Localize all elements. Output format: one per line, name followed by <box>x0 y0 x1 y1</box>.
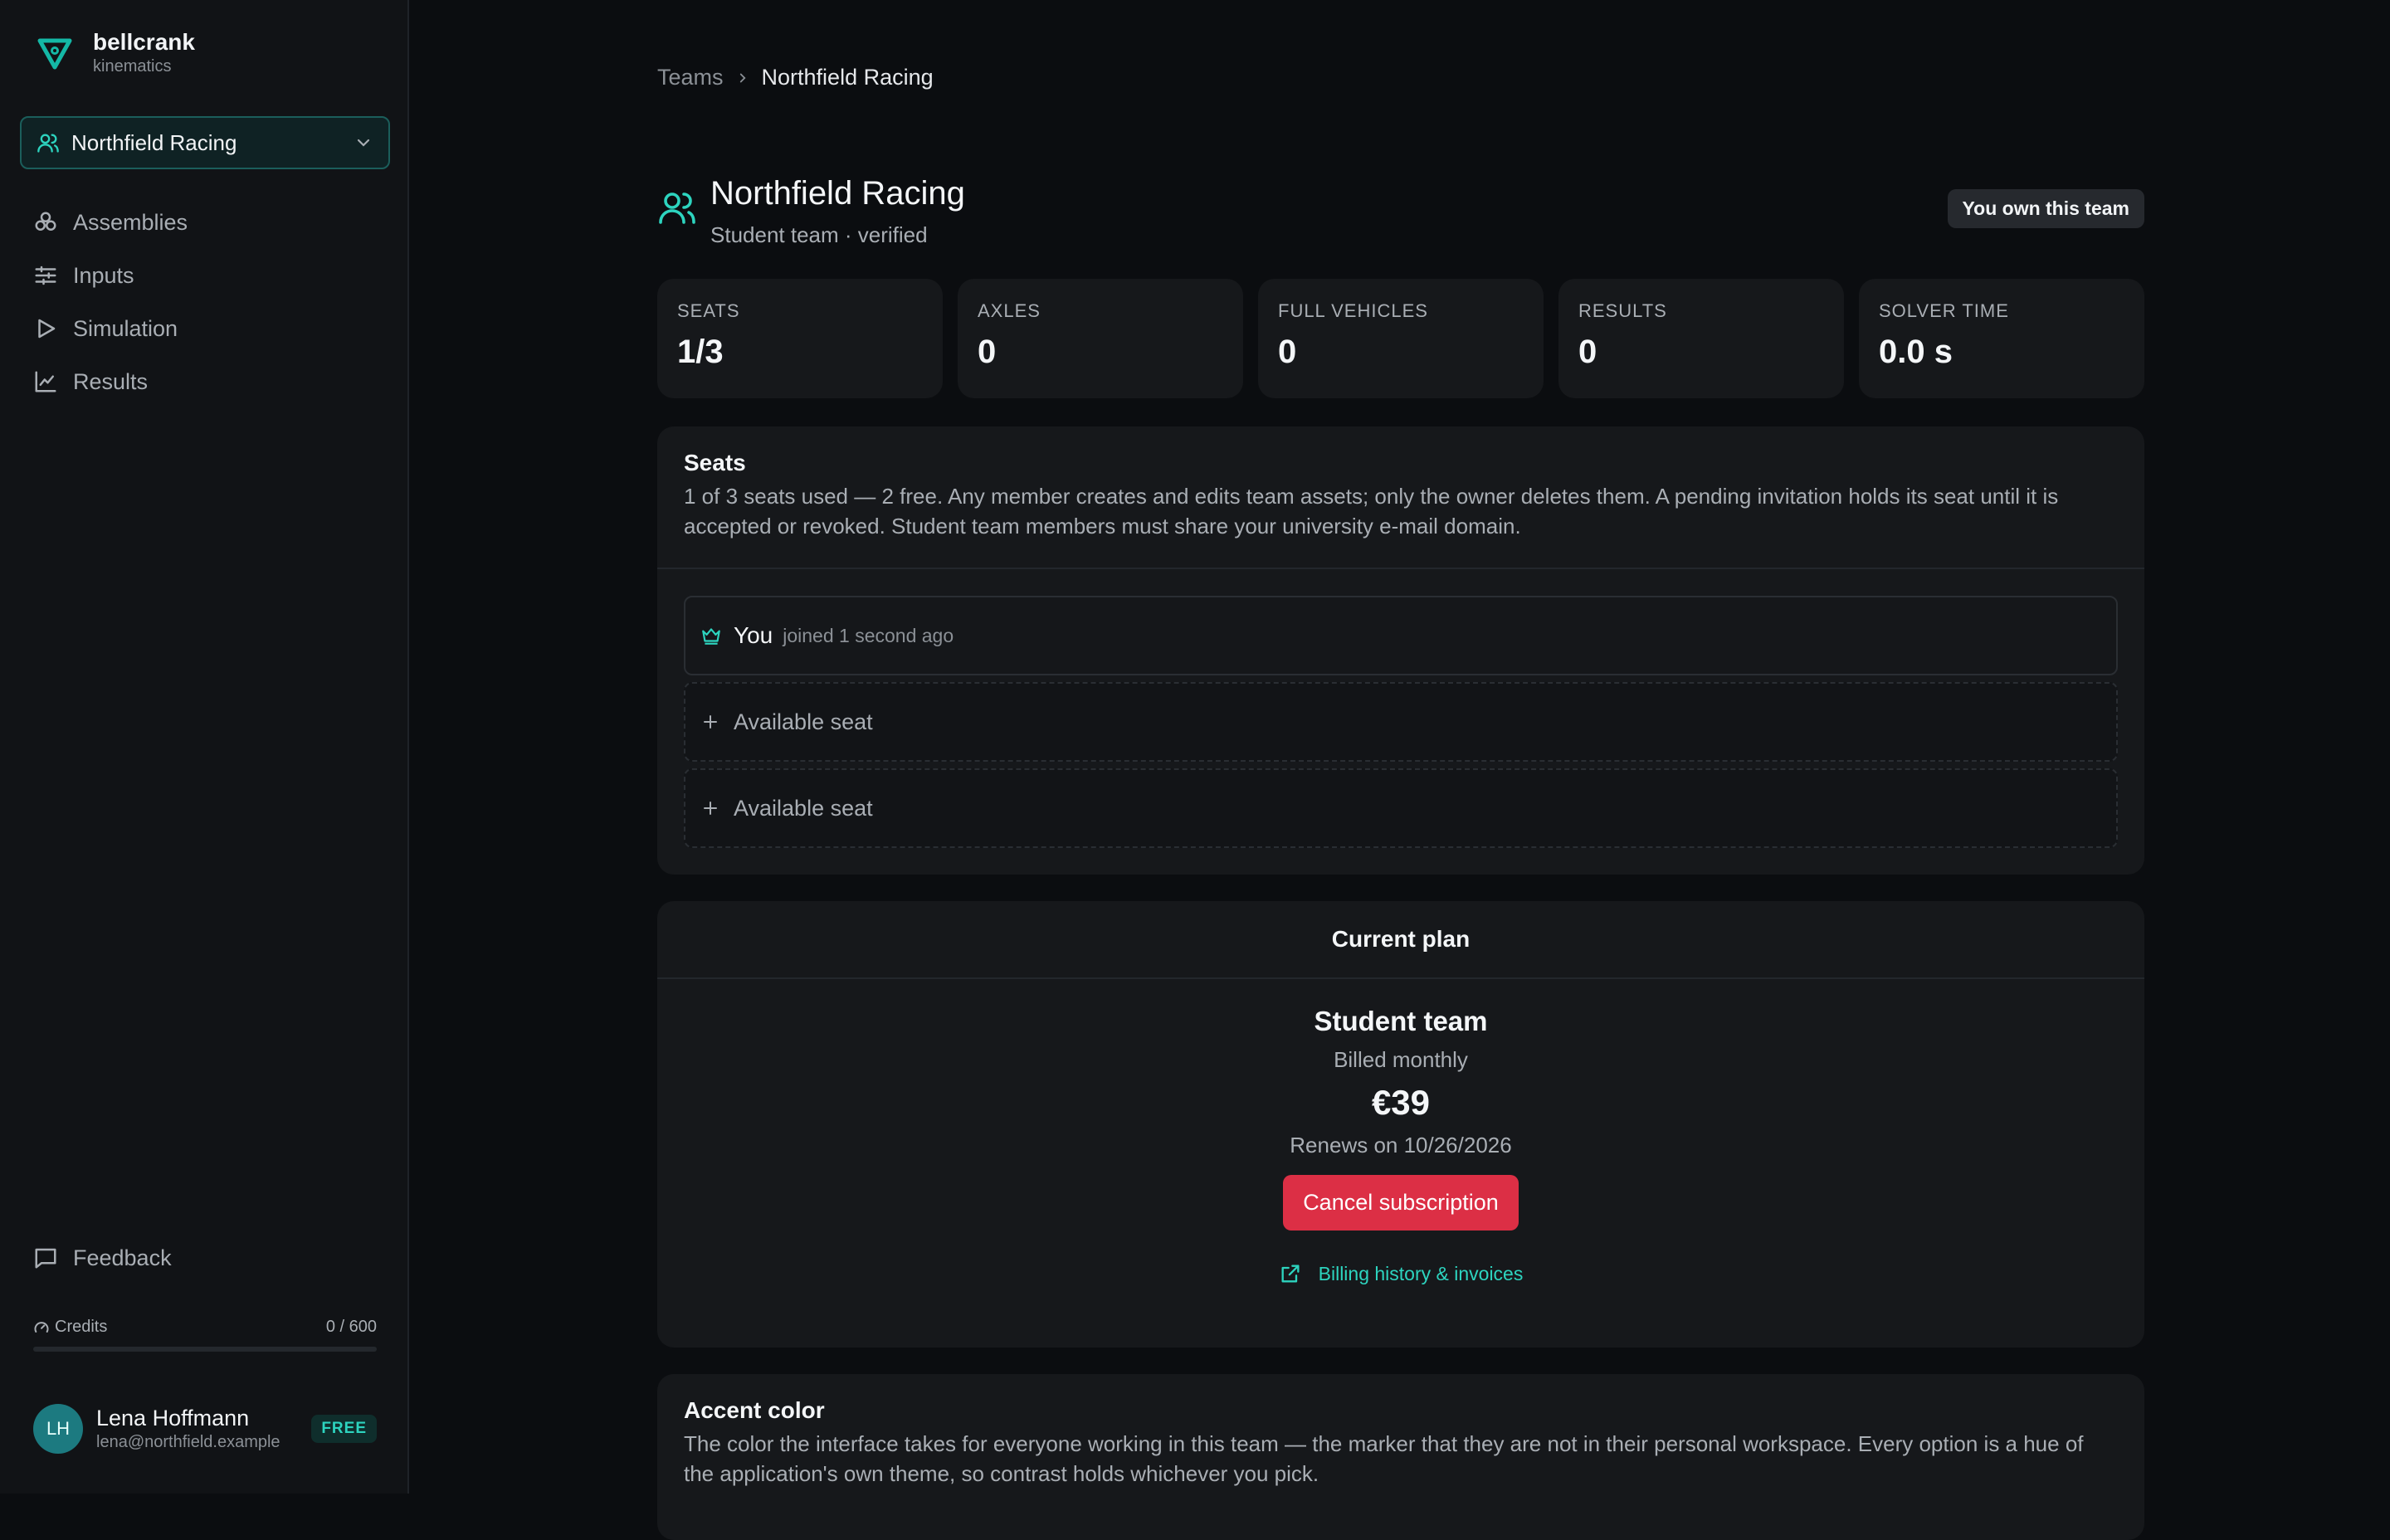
plan-renewal-date: Renews on 10/26/2026 <box>1290 1133 1512 1157</box>
stat-label: SOLVER TIME <box>1879 300 2009 321</box>
stat-label: SEATS <box>677 300 740 321</box>
stat-value: 0 <box>1278 334 1297 370</box>
external-link-icon <box>1279 1262 1302 1285</box>
user-email: lena@northfield.example <box>96 1433 280 1451</box>
sliders-icon <box>33 263 58 288</box>
seat-row-owner: You joined 1 second ago <box>684 596 2118 675</box>
stat-label: FULL VEHICLES <box>1278 300 1428 321</box>
seats-card: Seats 1 of 3 seats used — 2 free. Any me… <box>657 426 2144 875</box>
avatar: LH <box>33 1404 83 1454</box>
sidebar: bellcrank kinematics Northfield Racing A… <box>0 0 409 1494</box>
current-plan-card: Current plan Student team Billed monthly… <box>657 901 2144 1348</box>
user-profile[interactable]: LH Lena Hoffmann lena@northfield.example… <box>33 1404 377 1454</box>
team-selector[interactable]: Northfield Racing <box>20 116 390 169</box>
stat-value: 0 <box>1578 334 1597 370</box>
users-icon <box>657 188 697 227</box>
credits-bar <box>33 1347 377 1352</box>
assemblies-icon <box>33 210 58 235</box>
feedback-button[interactable]: Feedback <box>20 1231 172 1284</box>
nav-item-results[interactable]: Results <box>20 355 390 408</box>
page-title: Northfield Racing <box>710 175 965 212</box>
crown-icon <box>700 625 722 646</box>
plus-icon <box>700 798 720 818</box>
seat-joined-time: joined 1 second ago <box>783 624 954 646</box>
available-seat-label: Available seat <box>734 709 873 734</box>
nav-item-label: Simulation <box>73 315 178 341</box>
message-square-icon <box>33 1245 58 1270</box>
brand[interactable]: bellcrank kinematics <box>33 28 195 76</box>
breadcrumb-teams-link[interactable]: Teams <box>657 65 724 90</box>
stat-value: 1/3 <box>677 334 724 370</box>
nav-item-inputs[interactable]: Inputs <box>20 249 390 302</box>
plan-name: Student team <box>1314 1006 1488 1036</box>
credits-value: 0 / 600 <box>325 1318 377 1336</box>
available-seat-label: Available seat <box>734 795 873 821</box>
breadcrumb: Teams Northfield Racing <box>657 65 934 90</box>
stat-label: AXLES <box>978 300 1041 321</box>
plan-price: €39 <box>1371 1083 1431 1122</box>
plan-header: Current plan <box>657 901 2144 979</box>
team-selector-label: Northfield Racing <box>71 129 237 155</box>
brand-name: bellcrank <box>93 29 195 55</box>
play-icon <box>33 316 58 341</box>
plus-icon <box>700 712 720 732</box>
brand-subtitle: kinematics <box>93 57 172 76</box>
nav-item-simulation[interactable]: Simulation <box>20 302 390 355</box>
plan-billing-cycle: Billed monthly <box>1334 1047 1468 1072</box>
chevron-down-icon <box>354 133 373 153</box>
user-name: Lena Hoffmann <box>96 1406 250 1430</box>
feedback-label: Feedback <box>73 1245 172 1270</box>
accent-color-card: Accent color The color the interface tak… <box>657 1374 2144 1540</box>
chevron-right-icon <box>735 71 750 85</box>
available-seat-button[interactable]: Available seat <box>684 682 2118 762</box>
stat-value: 0 <box>978 334 997 370</box>
nav-item-label: Inputs <box>73 262 134 288</box>
billing-history-label: Billing history & invoices <box>1318 1262 1524 1284</box>
seats-description: 1 of 3 seats used — 2 free. Any member c… <box>684 484 2059 539</box>
stat-card-solver-time: SOLVER TIME 0.0 s <box>1859 279 2144 398</box>
nav-item-assemblies[interactable]: Assemblies <box>20 196 390 249</box>
stats-row: SEATS 1/3 AXLES 0 FULL VEHICLES 0 RESULT… <box>657 279 2144 398</box>
seat-member-name: You <box>734 622 773 648</box>
team-header: Northfield Racing Student team · verifie… <box>657 174 2144 257</box>
stat-value: 0.0 s <box>1879 334 1953 370</box>
cancel-subscription-button[interactable]: Cancel subscription <box>1283 1175 1519 1231</box>
owner-badge: You own this team <box>1947 189 2144 228</box>
gauge-icon <box>33 1319 50 1336</box>
seats-list: You joined 1 second ago Available seat A… <box>657 569 2144 881</box>
accent-description: The color the interface takes for everyo… <box>684 1431 2084 1486</box>
chart-line-icon <box>33 369 58 394</box>
stat-card-seats: SEATS 1/3 <box>657 279 943 398</box>
nav-item-label: Assemblies <box>73 209 188 235</box>
bellcrank-logo-icon <box>33 31 76 74</box>
available-seat-button[interactable]: Available seat <box>684 768 2118 848</box>
nav-item-label: Results <box>73 368 149 394</box>
credits: Credits 0 / 600 <box>33 1318 377 1352</box>
users-icon <box>37 131 60 154</box>
stat-card-full-vehicles: FULL VEHICLES 0 <box>1258 279 1544 398</box>
accent-title: Accent color <box>684 1397 825 1423</box>
stat-card-axles: AXLES 0 <box>958 279 1243 398</box>
main-nav: Assemblies Inputs Simulation Results <box>20 196 390 408</box>
breadcrumb-current: Northfield Racing <box>761 65 934 90</box>
credits-label: Credits <box>55 1318 108 1336</box>
stat-card-results: RESULTS 0 <box>1558 279 1844 398</box>
seats-title: Seats <box>684 450 746 475</box>
billing-history-link[interactable]: Billing history & invoices <box>657 1262 2144 1285</box>
stat-label: RESULTS <box>1578 300 1667 321</box>
plan-badge: FREE <box>311 1415 377 1443</box>
team-subtitle: Student team · verified <box>710 222 928 247</box>
